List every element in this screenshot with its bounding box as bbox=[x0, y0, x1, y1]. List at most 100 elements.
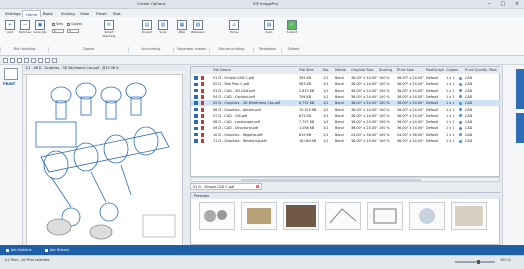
preview-thumbnail[interactable] bbox=[325, 202, 361, 230]
col-original-size[interactable]: Original Size bbox=[351, 67, 374, 74]
col-no[interactable]: No. bbox=[323, 67, 329, 74]
col-file-name[interactable]: File Name bbox=[213, 67, 231, 74]
between-button[interactable]: ▧ Between bbox=[191, 20, 205, 42]
table-cell: Bond bbox=[335, 139, 344, 143]
group-templates: Templates bbox=[253, 47, 281, 53]
table-row[interactable]: 11 D - Graphics - Rendering.pdf 18,084 KB… bbox=[191, 138, 501, 144]
table-cell: Default bbox=[426, 139, 439, 143]
group-submit: Submit bbox=[281, 47, 305, 53]
quick-toolbar bbox=[0, 56, 524, 65]
scrollbar-thumb[interactable] bbox=[241, 179, 421, 181]
status-text: 1/1 Files - All Files selected bbox=[4, 258, 50, 262]
document-viewer[interactable]: 1/1 - 08 D - Graphics - 3D Wireframe Cas… bbox=[23, 65, 183, 245]
job-history-icon bbox=[45, 248, 48, 252]
menu-stat[interactable]: Stat bbox=[110, 10, 124, 17]
home-secure-button[interactable]: ⌂ Home bbox=[227, 20, 241, 42]
submit-icon: ✓ bbox=[287, 20, 297, 30]
table-cell: 1 x 1 bbox=[446, 139, 455, 143]
zoom-out-icon[interactable] bbox=[24, 58, 29, 63]
select-icon[interactable] bbox=[3, 58, 8, 63]
rotate-icon[interactable] bbox=[38, 58, 43, 63]
menu-finish[interactable]: Finish bbox=[93, 10, 110, 17]
tab-job-history[interactable]: Job History bbox=[42, 246, 72, 254]
submit-button[interactable]: ✓ Submit bbox=[285, 20, 299, 42]
menu-settings[interactable]: Settings bbox=[2, 10, 24, 17]
col-file-size[interactable]: File Size bbox=[299, 67, 314, 74]
preview-thumbnail[interactable] bbox=[199, 202, 235, 230]
crop-icon[interactable] bbox=[45, 58, 50, 63]
table-cell: 18,084 KB bbox=[299, 139, 317, 143]
pan-icon[interactable] bbox=[10, 58, 15, 63]
copies-checkbox[interactable]: Copies bbox=[67, 22, 82, 26]
sets-stepper[interactable]: 1 bbox=[52, 29, 64, 33]
file-list-table: File Name File Size No. Media Original S… bbox=[190, 66, 501, 177]
sheet-after-icon: ▦ bbox=[177, 20, 187, 30]
menu-view[interactable]: View bbox=[77, 10, 92, 17]
row-checkbox[interactable] bbox=[194, 101, 198, 105]
copies-stepper[interactable]: 1 bbox=[67, 29, 79, 33]
col-scaling[interactable]: Scaling bbox=[379, 67, 393, 74]
col-print-size[interactable]: Print Size bbox=[397, 67, 414, 74]
save-icon: ▣ bbox=[35, 20, 45, 30]
row-checkbox[interactable] bbox=[194, 107, 198, 112]
template-icon: ▨ bbox=[264, 20, 274, 30]
col-media[interactable]: Media bbox=[335, 67, 346, 74]
minimize-icon[interactable]: – bbox=[482, 0, 496, 9]
row-checkbox[interactable] bbox=[194, 95, 198, 99]
quality-status-icon bbox=[459, 126, 462, 130]
row-checkbox[interactable] bbox=[194, 139, 198, 143]
close-tab-icon[interactable]: × bbox=[256, 185, 259, 188]
sheet-between-icon: ▧ bbox=[193, 20, 203, 30]
scan-button[interactable]: ▥ Scan bbox=[156, 20, 170, 42]
file-tab[interactable]: 01 D - Simple CAD C.pdf × bbox=[190, 183, 262, 190]
row-checkbox[interactable] bbox=[194, 120, 198, 124]
zoom-slider-knob[interactable] bbox=[477, 260, 480, 264]
col-print-quality[interactable]: Print Quality bbox=[465, 67, 488, 74]
project-icon: ▤ bbox=[142, 20, 152, 30]
table-horizontal-scrollbar[interactable] bbox=[190, 177, 500, 182]
horizontal-ruler bbox=[23, 71, 183, 75]
zoom-slider[interactable] bbox=[455, 260, 495, 264]
previews-header: Previews bbox=[191, 193, 501, 199]
row-checkbox[interactable] bbox=[194, 82, 198, 87]
row-checkbox[interactable] bbox=[194, 88, 198, 93]
scan-icon: ▥ bbox=[158, 20, 168, 30]
row-checkbox[interactable] bbox=[194, 114, 198, 118]
maximize-icon[interactable]: □ bbox=[496, 0, 510, 9]
menu-basic[interactable]: Basic bbox=[40, 10, 56, 17]
table-cell: 36.00" x 24.00" bbox=[397, 139, 424, 143]
menu-scaling[interactable]: Scaling bbox=[58, 10, 78, 17]
row-checkbox[interactable] bbox=[194, 126, 198, 131]
col-postscript[interactable]: PostScript bbox=[426, 67, 444, 74]
smart-stacking-button[interactable]: ≡ Smart Stacking bbox=[100, 20, 118, 42]
quality-status-icon bbox=[459, 120, 462, 124]
tab-job-options[interactable]: Job Options bbox=[3, 246, 35, 254]
side-tab-settings[interactable] bbox=[516, 113, 524, 143]
save-job-button[interactable]: ▣ Save Job bbox=[33, 20, 47, 42]
close-icon[interactable]: × bbox=[510, 0, 524, 9]
vertical-ruler bbox=[23, 75, 27, 245]
preview-thumbnail[interactable] bbox=[367, 202, 403, 230]
after-button[interactable]: ▦ After bbox=[175, 20, 189, 42]
row-checkbox[interactable] bbox=[194, 76, 198, 80]
preview-thumbnail[interactable] bbox=[241, 202, 277, 230]
zoom-in-icon[interactable] bbox=[17, 58, 22, 63]
sets-checkbox[interactable]: Sets bbox=[52, 22, 63, 26]
fit-page-icon[interactable] bbox=[31, 58, 36, 63]
row-checkbox[interactable] bbox=[194, 132, 198, 137]
measure-icon[interactable] bbox=[52, 58, 57, 63]
preview-thumbnail[interactable] bbox=[283, 202, 319, 230]
auto-template-button[interactable]: ▨ Auto bbox=[262, 20, 276, 42]
col-copies[interactable]: Copies bbox=[446, 67, 459, 74]
menu-home[interactable]: Home bbox=[22, 10, 42, 17]
file-tab-label: 01 D - Simple CAD C.pdf bbox=[193, 185, 235, 189]
preview-thumbnail[interactable] bbox=[451, 202, 487, 230]
page-thumbnail[interactable] bbox=[4, 68, 18, 80]
side-tab-properties[interactable] bbox=[516, 69, 524, 109]
add-button[interactable]: + Add bbox=[3, 20, 17, 42]
col-mod[interactable]: Mod bbox=[489, 67, 497, 74]
preview-thumbnail[interactable] bbox=[409, 202, 445, 230]
project-button[interactable]: ▤ Project bbox=[140, 20, 154, 42]
remove-button[interactable]: − Remove bbox=[18, 20, 32, 42]
group-secure-printing: Secure printing bbox=[209, 47, 253, 53]
